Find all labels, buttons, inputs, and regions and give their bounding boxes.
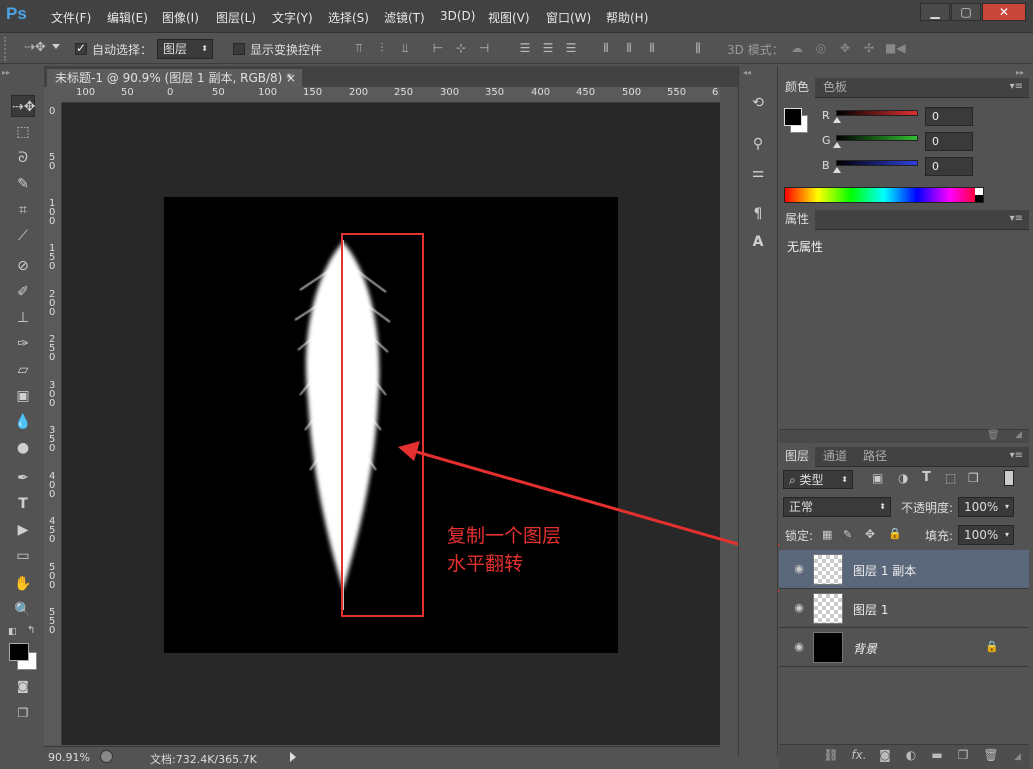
layer-name[interactable]: 背景 <box>853 640 877 657</box>
properties-menu-icon[interactable]: ▾≡ <box>1010 213 1023 224</box>
properties-panel-header: 属性 ▾≡ <box>779 210 1029 230</box>
layer-name[interactable]: 图层 1 副本 <box>853 562 916 579</box>
eye-icon[interactable]: ◉ <box>791 640 807 654</box>
layer-row-copy[interactable]: ◉ 图层 1 副本 <box>779 550 1029 589</box>
zoom-level[interactable]: 90.91% <box>48 751 90 764</box>
filter-smart-object-icon[interactable]: ❒ <box>968 471 979 485</box>
annotation-arrowhead <box>398 441 420 461</box>
filter-shape-icon[interactable]: ⬚ <box>945 471 956 485</box>
layer-row-1[interactable]: ◉ 图层 1 <box>779 589 1029 628</box>
updown-icon: ⬍ <box>841 475 848 484</box>
properties-trash-icon[interactable]: 🗑 <box>987 430 1000 441</box>
layer-thumbnail[interactable] <box>813 554 843 585</box>
fill-label: 填充: <box>925 529 954 543</box>
add-mask-icon[interactable]: ◙ <box>876 748 894 764</box>
tab-layers[interactable]: 图层 <box>779 447 816 467</box>
color-fg-swatch[interactable] <box>784 108 802 126</box>
updown-icon: ⬍ <box>879 502 886 511</box>
spectrum-white-swatch[interactable] <box>975 188 983 195</box>
character-panel-icon[interactable]: A <box>746 231 770 253</box>
delete-layer-icon[interactable]: 🗑 <box>982 748 1000 764</box>
new-group-icon[interactable]: ▬ <box>928 748 946 764</box>
resize-grip-icon[interactable]: ◢ <box>1015 430 1022 440</box>
color-panel-menu-icon[interactable]: ▾≡ <box>1010 81 1023 92</box>
chevron-down-icon[interactable]: ▾ <box>1005 526 1009 544</box>
document-size-info: 文档:732.4K/365.7K <box>150 753 257 766</box>
collapse-column-icon[interactable]: ◂◂ <box>743 68 751 77</box>
b-slider[interactable] <box>836 160 918 166</box>
lock-label: 锁定: <box>785 529 814 543</box>
r-slider-thumb[interactable] <box>833 117 841 123</box>
eye-icon[interactable]: ◉ <box>791 562 807 576</box>
opacity-input[interactable]: 100% ▾ <box>958 497 1014 517</box>
adjustments-icon[interactable]: ⚌ <box>746 162 770 184</box>
chevron-down-icon[interactable]: ▾ <box>1005 498 1009 516</box>
lock-pixels-icon[interactable]: ✎ <box>843 528 852 541</box>
fill-value: 100% <box>964 528 999 542</box>
spectrum-black-swatch[interactable] <box>975 195 983 202</box>
opacity-value: 100% <box>964 500 999 514</box>
status-menu-arrow-icon[interactable] <box>290 752 296 762</box>
b-value-input[interactable]: 0 <box>925 157 973 176</box>
lock-icon: 🔒 <box>985 640 999 653</box>
tab-paths[interactable]: 路径 <box>857 447 893 467</box>
new-layer-icon[interactable]: ❐ <box>954 748 972 764</box>
g-slider[interactable] <box>836 135 918 141</box>
link-layers-icon[interactable]: ⛓ <box>822 748 840 764</box>
panel-resize-grip-icon[interactable]: ◢ <box>1014 752 1021 762</box>
layer-thumbnail[interactable] <box>813 593 843 624</box>
b-label: B <box>822 159 830 172</box>
g-label: G <box>822 134 831 147</box>
b-slider-thumb[interactable] <box>833 167 841 173</box>
no-properties-text: 无属性 <box>787 240 824 254</box>
brush-presets-icon[interactable]: ⚲ <box>746 133 770 155</box>
lock-position-icon[interactable]: ✥ <box>865 527 875 541</box>
color-panel-header: 颜色 色板 ▾≡ <box>779 78 1029 98</box>
layers-panel-header: 图层 通道 路径 ▾≡ <box>779 447 1029 467</box>
tab-color[interactable]: 颜色 <box>779 78 816 98</box>
lock-transparent-icon[interactable]: ▦ <box>822 528 832 541</box>
layer-row-background[interactable]: ◉ 背景 🔒 <box>779 628 1029 667</box>
r-label: R <box>822 109 830 122</box>
g-slider-thumb[interactable] <box>833 142 841 148</box>
eye-icon[interactable]: ◉ <box>791 601 807 615</box>
layer-filter-kind-dropdown[interactable]: ⌕ 类型 ⬍ <box>783 470 853 489</box>
g-value-input[interactable]: 0 <box>925 132 973 151</box>
layer-style-fx-icon[interactable]: fx. <box>850 748 868 764</box>
r-slider[interactable] <box>836 110 918 116</box>
paragraph-panel-icon[interactable]: ¶ <box>746 203 770 225</box>
r-value-input[interactable]: 0 <box>925 107 973 126</box>
filter-adjustment-icon[interactable]: ◑ <box>898 471 908 485</box>
fill-input[interactable]: 100% ▾ <box>958 525 1014 545</box>
photoshop-window: Ps 文件(F) 编辑(E) 图像(I) 图层(L) 文字(Y) 选择(S) 滤… <box>0 0 1033 769</box>
dock-collapse-icon[interactable]: ▸▸ <box>1016 68 1024 77</box>
lock-all-icon[interactable]: 🔒 <box>888 527 902 540</box>
tab-swatches[interactable]: 色板 <box>817 78 853 98</box>
layers-menu-icon[interactable]: ▾≡ <box>1010 450 1023 461</box>
status-info-icon[interactable] <box>100 750 113 763</box>
search-icon: ⌕ <box>789 473 800 487</box>
annotation-text-1: 复制一个图层 <box>447 525 562 547</box>
filter-pixel-icon[interactable]: ▣ <box>872 471 883 485</box>
properties-footer: 🗑 ◢ <box>779 429 1029 443</box>
filter-toggle-switch[interactable] <box>1004 470 1014 486</box>
blend-mode-value: 正常 <box>789 500 814 514</box>
blend-mode-dropdown[interactable]: 正常 ⬍ <box>783 497 891 517</box>
filter-type-icon[interactable]: T <box>922 470 931 485</box>
filter-kind-value: 类型 <box>799 473 824 487</box>
layer-name[interactable]: 图层 1 <box>853 601 888 618</box>
new-adjustment-layer-icon[interactable]: ◐ <box>902 748 920 764</box>
annotation-text-2: 水平翻转 <box>447 553 524 575</box>
layer-thumbnail[interactable] <box>813 632 843 663</box>
opacity-label: 不透明度: <box>901 501 954 515</box>
status-bar: 90.91% 文档:732.4K/365.7K <box>44 746 720 769</box>
tab-channels[interactable]: 通道 <box>817 447 853 467</box>
tab-properties[interactable]: 属性 <box>779 210 816 230</box>
color-spectrum-bar[interactable] <box>784 187 984 203</box>
history-panel-icon[interactable]: ⟲ <box>746 92 770 114</box>
